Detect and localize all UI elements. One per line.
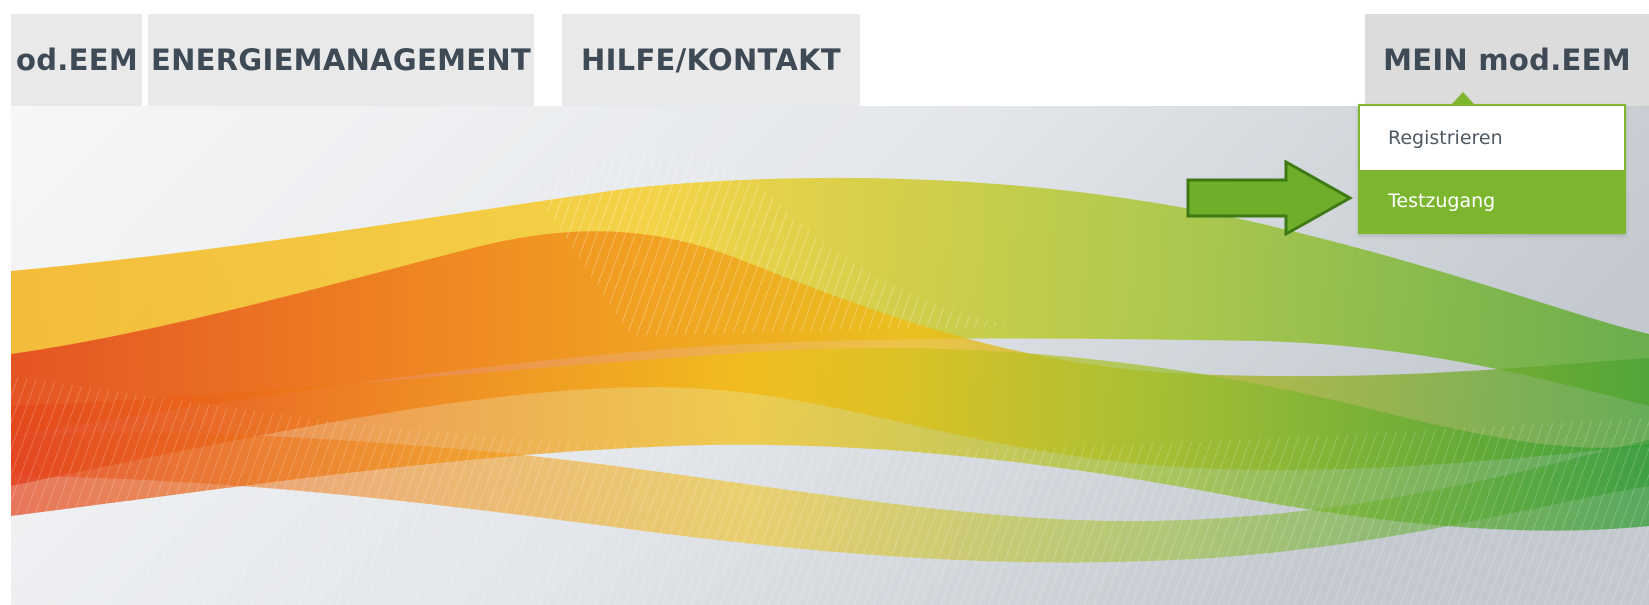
top-navigation: od.EEM ENERGIEMANAGEMENT HILFE/KONTAKT M… <box>0 0 1649 106</box>
menu-item-registrieren[interactable]: Registrieren <box>1360 106 1624 170</box>
account-dropdown-menu: Registrieren Testzugang <box>1358 104 1626 234</box>
menu-item-testzugang-label: Testzugang <box>1388 190 1496 212</box>
tab-hilfe-kontakt[interactable]: HILFE/KONTAKT <box>562 14 860 106</box>
menu-item-testzugang[interactable]: Testzugang <box>1360 170 1624 232</box>
menu-item-registrieren-label: Registrieren <box>1388 127 1503 149</box>
tab-mein-mod-eem[interactable]: MEIN mod.EEM <box>1365 14 1649 106</box>
arrow-right-icon <box>1186 160 1354 236</box>
tab-mein-mod-eem-label: MEIN mod.EEM <box>1383 43 1631 77</box>
tab-hilfe-kontakt-label: HILFE/KONTAKT <box>581 43 841 77</box>
tab-energiemanagement-label: ENERGIEMANAGEMENT <box>150 43 532 77</box>
tab-mod-eem[interactable]: od.EEM <box>11 14 142 106</box>
tab-mod-eem-label: od.EEM <box>16 43 138 77</box>
tab-energiemanagement[interactable]: ENERGIEMANAGEMENT <box>148 14 534 106</box>
